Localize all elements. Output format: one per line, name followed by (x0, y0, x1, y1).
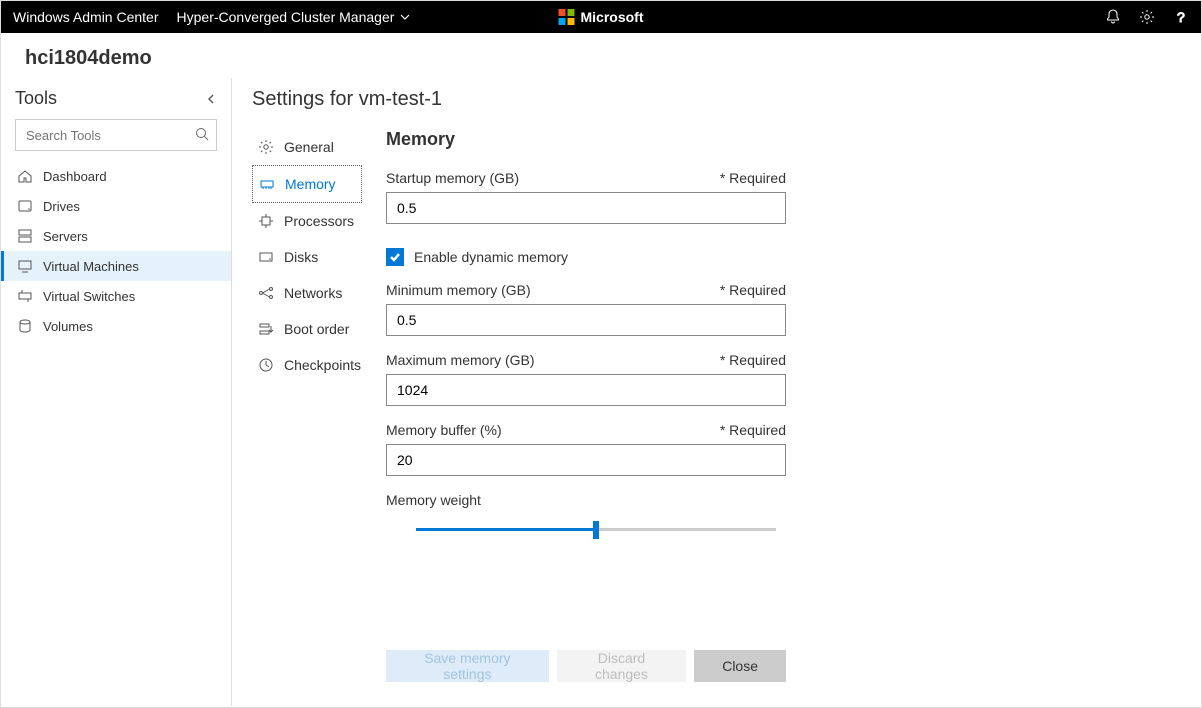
app-switcher[interactable]: Hyper-Converged Cluster Manager (177, 9, 411, 25)
nav-dashboard[interactable]: Dashboard (1, 161, 231, 191)
settings-nav-boot-order[interactable]: Boot order (252, 311, 362, 347)
settings-nav-label: General (284, 139, 334, 155)
field-memory-weight: Memory weight (386, 492, 786, 542)
top-bar: Windows Admin Center Hyper-Converged Clu… (1, 1, 1201, 33)
settings-nav-disks[interactable]: Disks (252, 239, 362, 275)
content-area: Settings for vm-test-1 General Memory Pr… (244, 78, 1201, 706)
section-title: Memory (386, 129, 786, 150)
microsoft-logo-icon (559, 9, 575, 25)
help-icon[interactable]: ? (1173, 9, 1189, 25)
boot-order-icon (258, 321, 274, 337)
network-icon (258, 285, 274, 301)
memory-icon (259, 176, 275, 192)
settings-nav-label: Boot order (284, 321, 349, 337)
volume-icon (17, 318, 33, 334)
max-memory-label: Maximum memory (GB) (386, 352, 535, 368)
nav-label: Virtual Machines (43, 259, 139, 274)
settings-nav-general[interactable]: General (252, 129, 362, 165)
drive-icon (17, 198, 33, 214)
tools-title: Tools (15, 88, 57, 109)
cpu-icon (258, 213, 274, 229)
weight-label: Memory weight (386, 492, 481, 508)
tools-nav: Dashboard Drives Servers Virtual Machine… (1, 161, 231, 341)
buffer-label: Memory buffer (%) (386, 422, 502, 438)
collapse-chevron-icon[interactable] (205, 93, 217, 105)
home-icon (17, 168, 33, 184)
save-button[interactable]: Save memory settings (386, 650, 549, 682)
ms-brand: Microsoft (559, 9, 644, 25)
nav-label: Dashboard (43, 169, 107, 184)
required-label: * Required (720, 422, 786, 438)
startup-memory-input[interactable] (386, 192, 786, 224)
nav-label: Volumes (43, 319, 93, 334)
search-icon (195, 127, 209, 141)
slider-fill (416, 528, 596, 531)
field-max-memory: Maximum memory (GB) * Required (386, 352, 786, 406)
required-label: * Required (720, 282, 786, 298)
memory-form: Memory Startup memory (GB) * Required En… (386, 129, 786, 706)
settings-nav-label: Disks (284, 249, 318, 265)
page-title: Settings for vm-test-1 (252, 88, 1177, 111)
nav-virtual-machines[interactable]: Virtual Machines (1, 251, 231, 281)
settings-nav: General Memory Processors Disks Networks (252, 129, 362, 706)
close-button[interactable]: Close (694, 650, 786, 682)
dynamic-memory-label: Enable dynamic memory (414, 249, 568, 265)
nav-virtual-switches[interactable]: Virtual Switches (1, 281, 231, 311)
settings-nav-label: Networks (284, 285, 342, 301)
server-icon (17, 228, 33, 244)
switch-icon (17, 288, 33, 304)
min-memory-input[interactable] (386, 304, 786, 336)
max-memory-input[interactable] (386, 374, 786, 406)
discard-button[interactable]: Discard changes (557, 650, 686, 682)
buffer-input[interactable] (386, 444, 786, 476)
gear-icon (258, 139, 274, 155)
cluster-name: hci1804demo (1, 33, 1201, 78)
min-memory-label: Minimum memory (GB) (386, 282, 531, 298)
settings-nav-label: Checkpoints (284, 357, 361, 373)
required-label: * Required (720, 352, 786, 368)
settings-nav-processors[interactable]: Processors (252, 203, 362, 239)
svg-text:?: ? (1177, 9, 1185, 25)
footer-buttons: Save memory settings Discard changes Clo… (386, 630, 786, 706)
vertical-divider (231, 78, 232, 706)
settings-nav-networks[interactable]: Networks (252, 275, 362, 311)
app-label: Hyper-Converged Cluster Manager (177, 9, 395, 25)
chevron-down-icon (400, 12, 410, 22)
field-startup-memory: Startup memory (GB) * Required (386, 170, 786, 224)
settings-nav-memory[interactable]: Memory (252, 165, 362, 203)
settings-nav-label: Memory (285, 176, 336, 192)
search-tools-input[interactable] (15, 119, 217, 151)
settings-gear-icon[interactable] (1139, 9, 1155, 25)
settings-nav-label: Processors (284, 213, 354, 229)
nav-label: Servers (43, 229, 88, 244)
field-memory-buffer: Memory buffer (%) * Required (386, 422, 786, 476)
settings-nav-checkpoints[interactable]: Checkpoints (252, 347, 362, 383)
nav-label: Drives (43, 199, 80, 214)
field-min-memory: Minimum memory (GB) * Required (386, 282, 786, 336)
slider-thumb[interactable] (593, 521, 599, 539)
memory-weight-slider[interactable] (416, 518, 776, 542)
tools-panel: Tools Dashboard Drives Servers Virtual M… (1, 78, 231, 706)
nav-volumes[interactable]: Volumes (1, 311, 231, 341)
nav-servers[interactable]: Servers (1, 221, 231, 251)
nav-drives[interactable]: Drives (1, 191, 231, 221)
notifications-icon[interactable] (1105, 9, 1121, 25)
checkbox-checked-icon (386, 248, 404, 266)
brand-label: Windows Admin Center (13, 9, 159, 25)
startup-memory-label: Startup memory (GB) (386, 170, 519, 186)
nav-label: Virtual Switches (43, 289, 135, 304)
dynamic-memory-checkbox[interactable]: Enable dynamic memory (386, 248, 786, 266)
required-label: * Required (720, 170, 786, 186)
disk-icon (258, 249, 274, 265)
microsoft-label: Microsoft (581, 9, 644, 25)
checkpoint-icon (258, 357, 274, 373)
vm-icon (17, 258, 33, 274)
